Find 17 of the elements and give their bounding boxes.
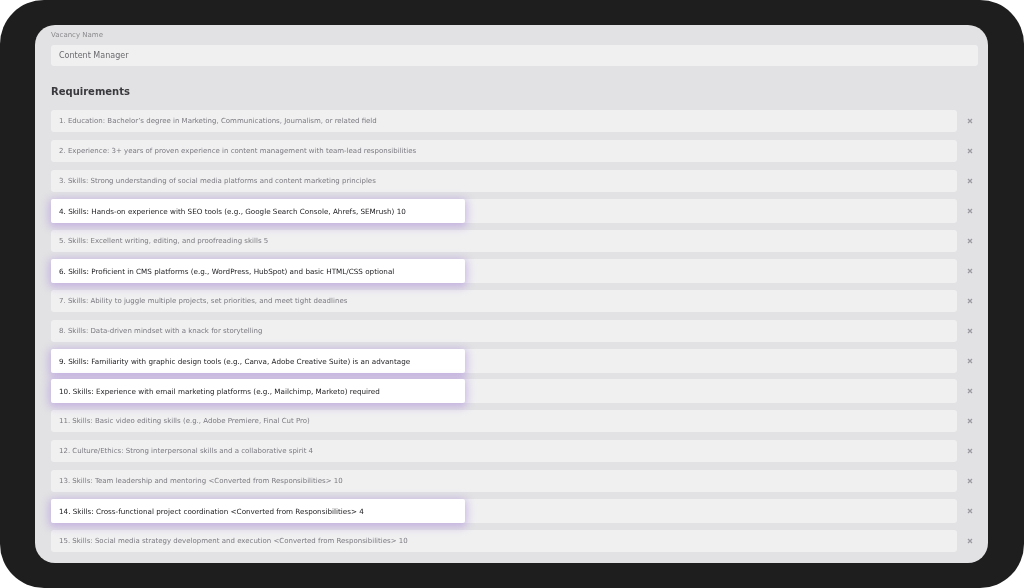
vacancy-name-field[interactable]: Content Manager — [51, 45, 978, 66]
close-icon[interactable] — [967, 478, 973, 484]
close-icon[interactable] — [967, 358, 973, 364]
section-heading: Requirements — [51, 86, 131, 97]
close-icon[interactable] — [967, 328, 973, 334]
close-icon[interactable] — [967, 508, 973, 514]
close-icon[interactable] — [967, 178, 973, 184]
close-icon[interactable] — [967, 298, 973, 304]
close-icon[interactable] — [967, 208, 973, 214]
close-icon[interactable] — [967, 148, 973, 154]
close-icon[interactable] — [967, 448, 973, 454]
close-icon[interactable] — [967, 268, 973, 274]
close-icon[interactable] — [967, 388, 973, 394]
close-icon[interactable] — [967, 538, 973, 544]
close-icon[interactable] — [967, 118, 973, 124]
close-icon[interactable] — [967, 238, 973, 244]
close-icon[interactable] — [967, 418, 973, 424]
